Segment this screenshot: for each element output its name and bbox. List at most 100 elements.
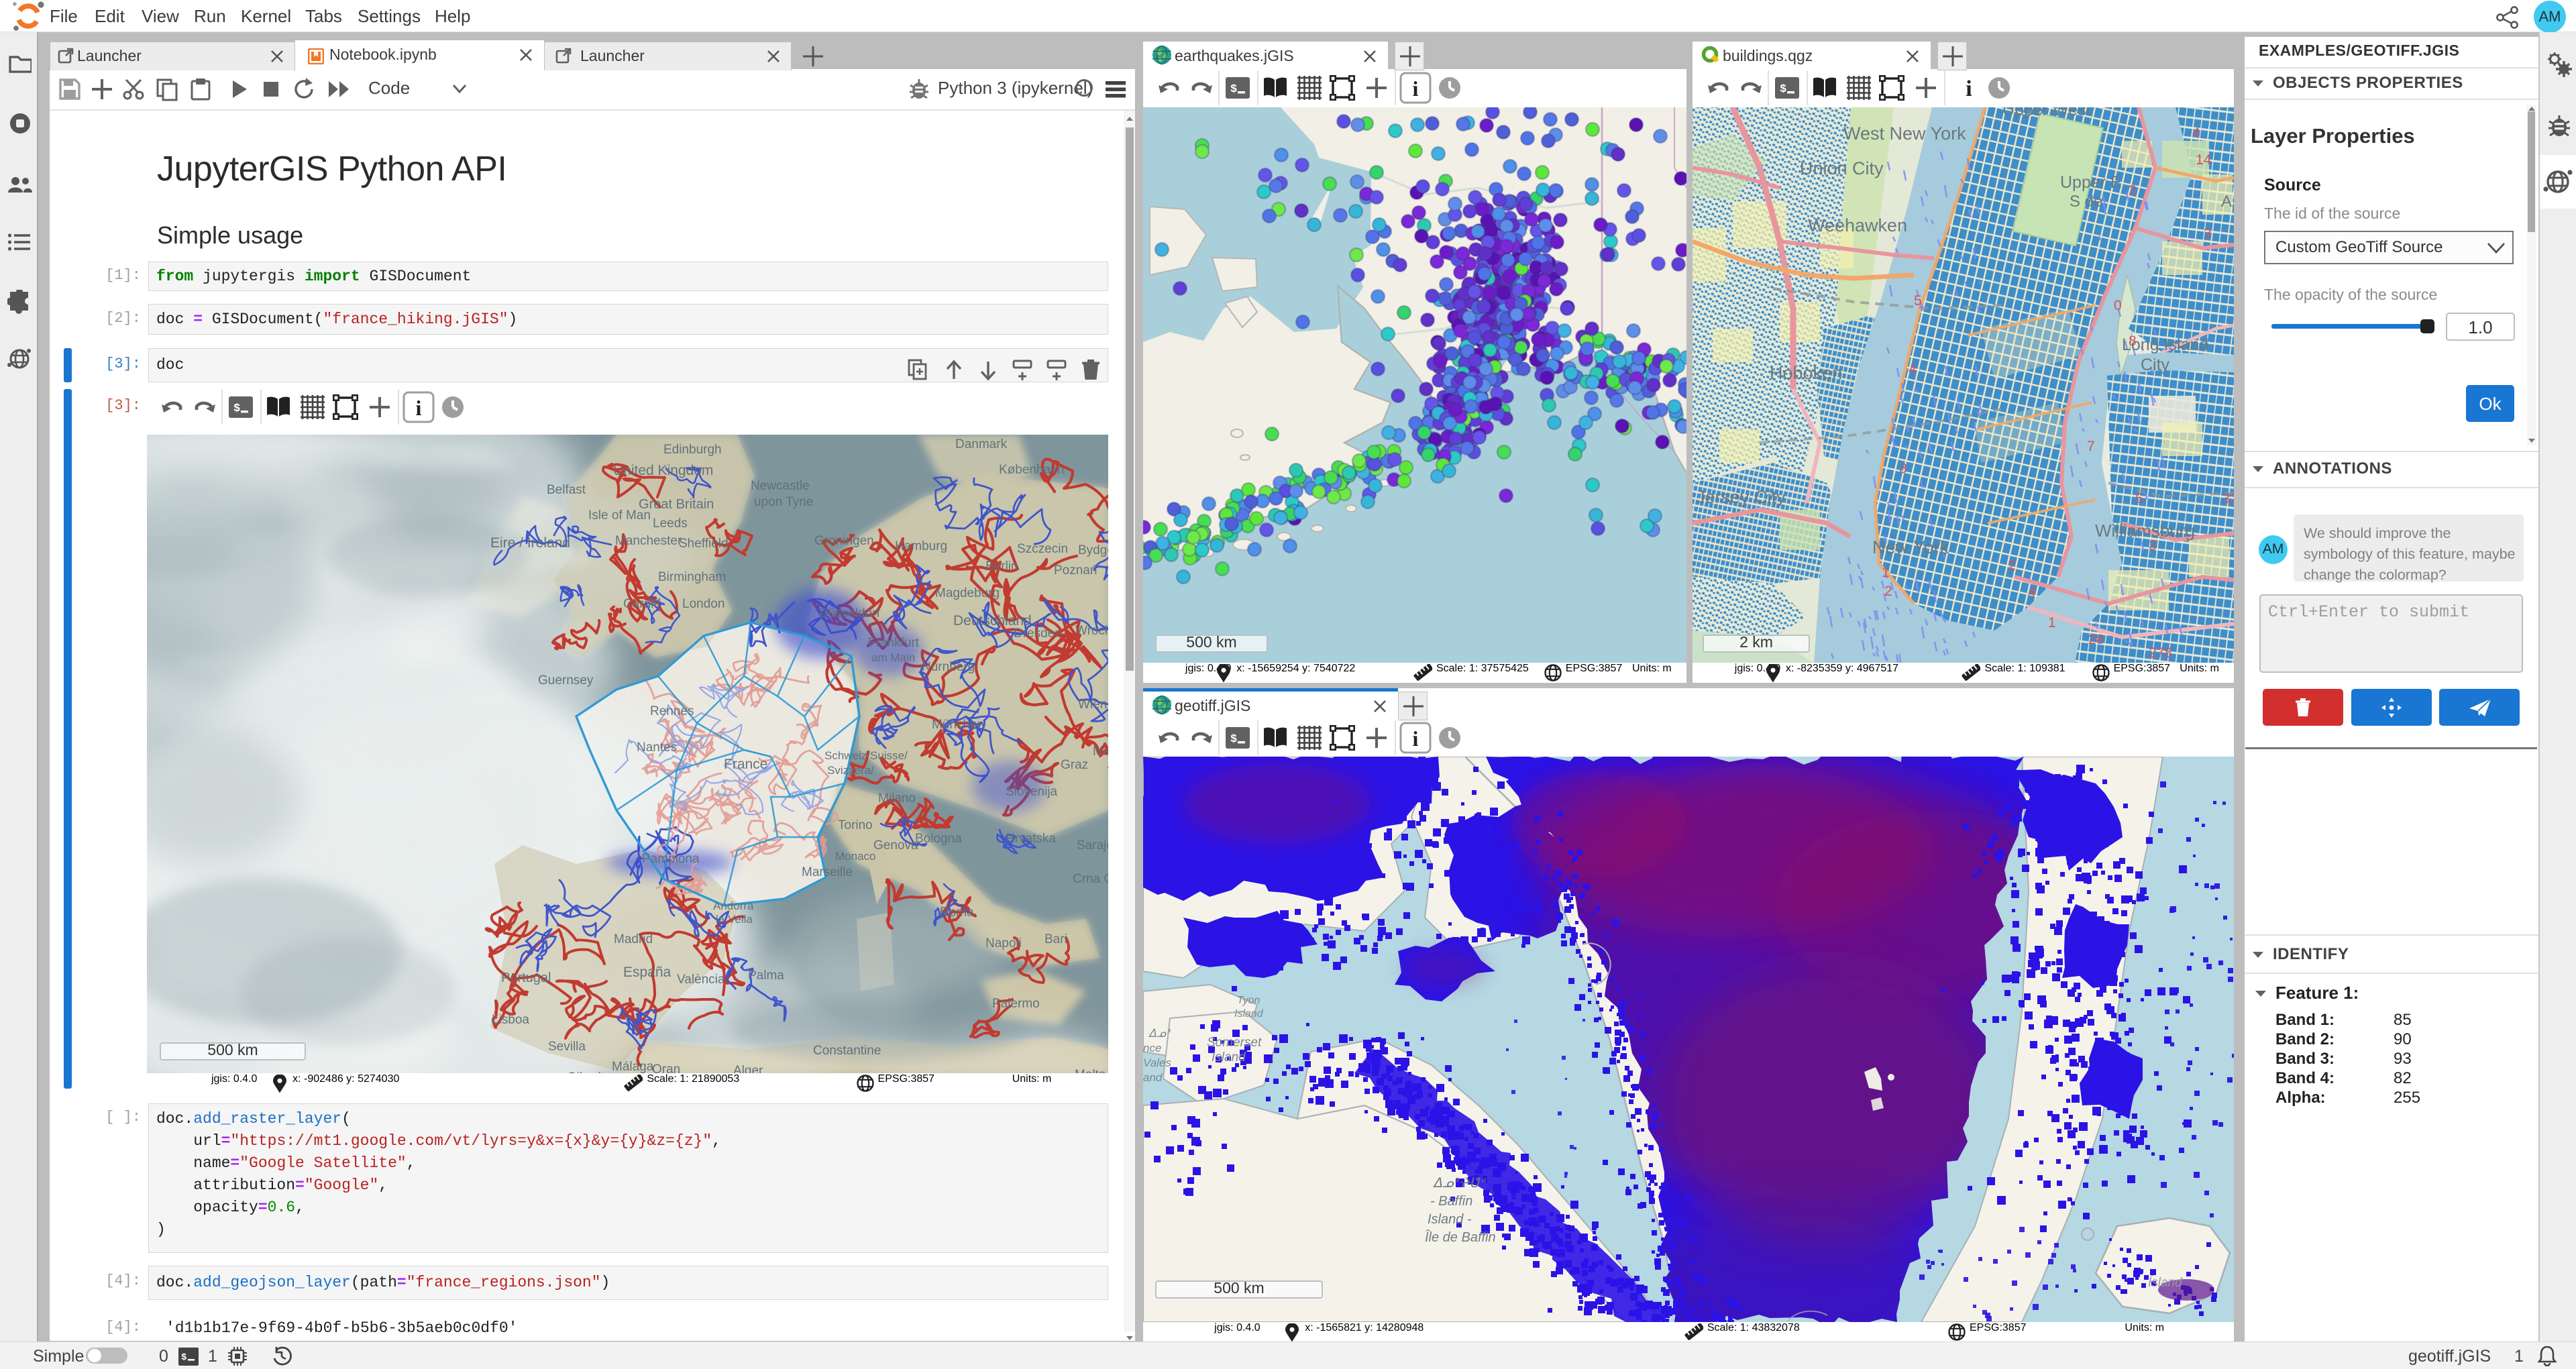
svg-text:Hrvatska: Hrvatska — [1006, 832, 1056, 846]
svg-text:London: London — [682, 597, 724, 611]
svg-text:Guernsey: Guernsey — [538, 673, 594, 688]
svg-text:Portugal: Portugal — [501, 971, 551, 985]
svg-text:$: $ — [233, 402, 240, 415]
svg-text:nce: nce — [1143, 1042, 1161, 1054]
svg-text:Newcastle: Newcastle — [751, 479, 810, 493]
svg-text:Hoboken: Hoboken — [1770, 363, 1842, 383]
svg-text:3: 3 — [2204, 226, 2212, 241]
svg-text:14: 14 — [2196, 152, 2212, 168]
svg-text:Nantes: Nantes — [637, 741, 677, 755]
svg-text:Düsseldorf: Düsseldorf — [819, 606, 881, 620]
svg-text:Bydgoszcz: Bydgoszcz — [1078, 543, 1108, 557]
svg-text:upon Tyne: upon Tyne — [754, 495, 813, 509]
svg-text:28: 28 — [2088, 632, 2104, 647]
svg-text:0: 0 — [2114, 298, 2122, 313]
svg-text:32: 32 — [2222, 491, 2234, 506]
svg-text:Weehawken: Weehawken — [1808, 215, 1907, 235]
svg-text:Crna G: Crna G — [1073, 872, 1108, 886]
svg-text:$: $ — [1230, 83, 1237, 96]
svg-text:Island: Island — [1234, 1008, 1264, 1020]
svg-text:Groningen: Groningen — [814, 534, 874, 548]
svg-text:Marseille: Marseille — [802, 865, 853, 879]
svg-text:Island -: Island - — [1428, 1212, 1472, 1227]
svg-text:España: España — [623, 965, 672, 980]
svg-text:$: $ — [1230, 733, 1237, 746]
svg-text:Andorra: Andorra — [713, 899, 754, 912]
svg-text:Milano: Milano — [878, 791, 916, 806]
svg-text:Isle of Man: Isle of Man — [588, 508, 651, 523]
svg-text:Magdeburg: Magdeburg — [935, 586, 1000, 600]
svg-text:France: France — [724, 757, 767, 772]
svg-text:278: 278 — [2149, 645, 2172, 661]
svg-text:Poznań: Poznań — [1054, 563, 1097, 578]
svg-text:Belfast: Belfast — [547, 483, 586, 497]
svg-text:i: i — [416, 396, 422, 420]
svg-text:Madrid: Madrid — [614, 932, 653, 946]
svg-text:Wien: Wien — [1078, 698, 1107, 712]
svg-text:Upper West: Upper West — [2002, 107, 2091, 119]
svg-text:València: València — [677, 973, 725, 987]
svg-text:Malta: Malta — [1075, 1068, 1106, 1073]
svg-text:1: 1 — [1882, 565, 1890, 580]
svg-text:2: 2 — [1884, 584, 1892, 599]
svg-text:ᐃᓄᕑᔱᕟᐡ: ᐃᓄᕑᔱᕟᐡ — [1433, 1176, 1487, 1191]
svg-text:Sevilla: Sevilla — [548, 1040, 586, 1054]
svg-text:Island: Island — [1212, 1050, 1246, 1064]
svg-text:Roma: Roma — [940, 906, 974, 920]
svg-text:am Main: am Main — [871, 651, 915, 664]
svg-text:Union City: Union City — [1800, 158, 1884, 178]
svg-text:S de: S de — [2070, 193, 2102, 211]
svg-text:Somerset: Somerset — [1207, 1036, 1262, 1050]
svg-text:Svizzera/: Svizzera/ — [827, 764, 874, 777]
svg-text:Manchester: Manchester — [615, 534, 682, 548]
svg-text:Hamburg: Hamburg — [895, 539, 947, 553]
svg-text:Bologna: Bologna — [915, 832, 962, 846]
svg-text:Berlin: Berlin — [985, 559, 1018, 573]
svg-text:4: 4 — [2028, 585, 2036, 600]
svg-text:Upper E: Upper E — [2060, 173, 2122, 192]
svg-text:Vales: Vales — [1143, 1056, 1171, 1069]
svg-text:Monaco: Monaco — [835, 850, 875, 863]
svg-text:Île de Baffin: Île de Baffin — [1425, 1229, 1496, 1245]
svg-text:Edinburgh: Edinburgh — [663, 443, 722, 457]
svg-text:Schweiz/Suisse/: Schweiz/Suisse/ — [824, 749, 908, 762]
svg-text:and: and — [1143, 1071, 1163, 1084]
svg-text:New York: New York — [1872, 537, 1949, 557]
svg-text:Bari: Bari — [1044, 932, 1067, 946]
svg-text:Rennes: Rennes — [650, 704, 694, 718]
svg-text:2: 2 — [2129, 182, 2137, 198]
svg-text:Wrocław: Wrocław — [1075, 624, 1108, 638]
svg-text:Ísland: Ísland — [2148, 1276, 2183, 1290]
svg-text:Torino: Torino — [838, 818, 873, 832]
svg-text:City: City — [2141, 355, 2170, 374]
svg-text:Williamsburg: Williamsburg — [2095, 521, 2195, 541]
svg-text:i: i — [1413, 76, 1419, 101]
svg-text:$: $ — [1780, 83, 1786, 96]
svg-text:Graz: Graz — [1061, 758, 1088, 772]
svg-text:Nürnberg: Nürnberg — [922, 660, 975, 674]
svg-text:Pamplona: Pamplona — [642, 852, 700, 866]
svg-text:Málaga: Málaga — [612, 1060, 654, 1073]
svg-text:la Vella: la Vella — [716, 913, 753, 926]
svg-text:Sarajevo: Sarajevo — [1077, 838, 1108, 853]
svg-text:Tyon: Tyon — [1237, 995, 1260, 1006]
svg-text:Sheffield: Sheffield — [679, 537, 729, 551]
svg-text:Magyaro: Magyaro — [1093, 745, 1108, 759]
svg-text:Alger: Alger — [733, 1064, 763, 1073]
svg-text:7: 7 — [2087, 439, 2095, 454]
svg-text:ᐃᓄᕑ: ᐃᓄᕑ — [1148, 1027, 1171, 1040]
svg-text:- Baffin: - Baffin — [1430, 1194, 1472, 1209]
svg-text:1: 1 — [2048, 615, 2056, 631]
svg-text:Dresden: Dresden — [1014, 626, 1062, 641]
svg-text:$: $ — [181, 1352, 186, 1363]
svg-text:Oran: Oran — [652, 1062, 680, 1073]
svg-text:United Kingdom: United Kingdom — [613, 463, 713, 478]
svg-text:i: i — [1413, 726, 1419, 751]
svg-text:Eire / Ireland: Eire / Ireland — [490, 535, 570, 551]
svg-text:Genova: Genova — [873, 838, 918, 853]
svg-text:Long Island: Long Island — [2122, 335, 2208, 354]
svg-text:Leeds: Leeds — [653, 516, 688, 531]
svg-text:Szczecin: Szczecin — [1017, 542, 1068, 556]
svg-text:4: 4 — [1909, 362, 1917, 378]
svg-text:5: 5 — [1914, 293, 1922, 309]
